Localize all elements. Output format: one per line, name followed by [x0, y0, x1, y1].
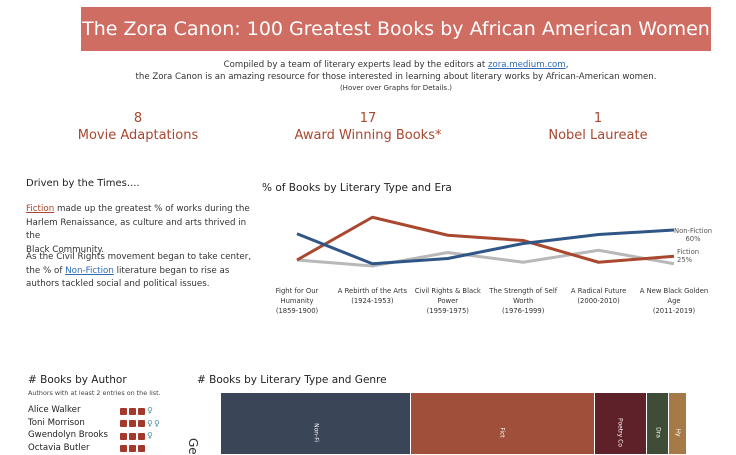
award-icon: ♀ — [154, 420, 159, 428]
kpi-label: Award Winning Books* — [288, 128, 448, 143]
genre-block-label: Hy — [674, 428, 681, 436]
non-fiction-line-label: Non-Fiction 60% — [674, 227, 712, 243]
para-text: the % of — [26, 266, 65, 276]
kpi-movie-adaptations[interactable]: 8 Movie Adaptations — [58, 111, 218, 143]
author-name[interactable]: Octavia Butler — [28, 443, 90, 453]
para-text: made up the greatest % of works during t… — [54, 204, 250, 214]
driven-title: Driven by the Times.... — [26, 178, 140, 189]
para-text: authors tackled social and political iss… — [26, 279, 209, 289]
era-tick-label: Fight for OurHumanity(1859-1900) — [257, 286, 337, 316]
book-icon — [138, 408, 145, 415]
para-text: Harlem Renaissance, as culture and arts … — [26, 218, 246, 242]
zora-medium-link[interactable]: zora.medium.com — [488, 60, 566, 70]
kpi-label: Movie Adaptations — [58, 128, 218, 143]
era-tick-line: Fight for Our — [257, 286, 337, 296]
genre-title: # Books by Literary Type and Genre — [197, 374, 387, 386]
genre-block[interactable]: Poetry Co — [595, 393, 646, 454]
non-fiction-link[interactable]: Non-Fiction — [65, 266, 114, 276]
award-icon: ♀ — [147, 420, 152, 428]
era-tick-line: (1959-1975) — [408, 306, 488, 316]
series-name: Fiction — [677, 248, 699, 256]
genre-block[interactable]: Dra — [647, 393, 668, 454]
era-tick-line: (1976-1999) — [483, 306, 563, 316]
kpi-value: 1 — [518, 111, 678, 126]
era-tick-label: A New Black GoldenAge(2011-2019) — [634, 286, 714, 316]
intro-line-1: Compiled by a team of literary experts l… — [81, 60, 711, 70]
era-tick-line: Age — [634, 296, 714, 306]
era-chart-title: % of Books by Literary Type and Era — [262, 182, 452, 194]
series-value: 25% — [677, 256, 699, 264]
series-name: Non-Fiction — [674, 227, 712, 235]
book-icon — [138, 445, 145, 452]
kpi-label: Nobel Laureate — [518, 128, 678, 143]
intro-hover-note: (Hover over Graphs for Details.) — [81, 84, 711, 92]
book-icon — [120, 445, 127, 452]
author-book-icons[interactable]: ♀♀ — [120, 420, 159, 428]
genre-block-label: Fict — [499, 427, 506, 437]
book-icon — [120, 433, 127, 440]
author-name[interactable]: Alice Walker — [28, 405, 81, 415]
genre-block-label: Poetry Co — [617, 418, 624, 447]
author-book-icons[interactable]: ♀ — [120, 432, 152, 440]
fiction-line-label: Fiction 25% — [677, 248, 699, 264]
book-icon — [129, 420, 136, 427]
era-tick-line: A Rebirth of the Arts — [332, 286, 412, 296]
genre-block-label: Non-Fi — [312, 423, 319, 442]
era-tick-line: Worth — [483, 296, 563, 306]
series-value: 60% — [674, 235, 712, 243]
kpi-value: 8 — [58, 111, 218, 126]
genre-block[interactable]: Hy — [669, 393, 686, 454]
era-tick-line: Civil Rights & Black — [408, 286, 488, 296]
book-icon — [138, 420, 145, 427]
era-tick-line: A New Black Golden — [634, 286, 714, 296]
series-line-non-fiction[interactable] — [297, 230, 674, 264]
authors-title: # Books by Author — [28, 374, 127, 386]
series-line-fiction[interactable] — [297, 217, 674, 262]
genre-block[interactable]: Fict — [411, 393, 594, 454]
intro-text: Compiled by a team of literary experts l… — [224, 60, 488, 70]
book-icon — [138, 433, 145, 440]
driven-paragraph-2: As the Civil Rights movement began to ta… — [26, 251, 262, 292]
kpi-value: 17 — [288, 111, 448, 126]
para-text: As the Civil Rights movement began to ta… — [26, 252, 251, 262]
author-book-icons[interactable] — [120, 445, 145, 452]
author-name[interactable]: Toni Morrison — [28, 418, 85, 428]
book-icon — [129, 433, 136, 440]
book-icon — [120, 420, 127, 427]
series-line-other[interactable] — [297, 250, 674, 266]
kpi-award-winning[interactable]: 17 Award Winning Books* — [288, 111, 448, 143]
era-tick-label: The Strength of SelfWorth(1976-1999) — [483, 286, 563, 316]
driven-paragraph-1: Fiction made up the greatest % of works … — [26, 203, 262, 257]
book-icon — [129, 408, 136, 415]
era-tick-line: (1924-1953) — [332, 296, 412, 306]
para-text: literature began to rise as — [114, 266, 230, 276]
book-icon — [129, 445, 136, 452]
intro-text: , — [566, 60, 569, 70]
genre-axis-label: Ge — [186, 438, 200, 455]
era-tick-label: Civil Rights & BlackPower(1959-1975) — [408, 286, 488, 316]
author-book-icons[interactable]: ♀ — [120, 407, 152, 415]
era-tick-line: The Strength of Self — [483, 286, 563, 296]
author-name[interactable]: Gwendolyn Brooks — [28, 430, 108, 440]
book-icon — [120, 408, 127, 415]
genre-block[interactable]: Non-Fi — [221, 393, 410, 454]
era-tick-line: Humanity — [257, 296, 337, 306]
era-tick-line: A Radical Future — [559, 286, 639, 296]
intro-line-2: the Zora Canon is an amazing resource fo… — [81, 72, 711, 82]
page-title: The Zora Canon: 100 Greatest Books by Af… — [82, 18, 710, 40]
award-icon: ♀ — [147, 432, 152, 440]
award-icon: ♀ — [147, 407, 152, 415]
era-tick-line: (2000-2010) — [559, 296, 639, 306]
page-banner: The Zora Canon: 100 Greatest Books by Af… — [81, 7, 711, 51]
authors-subtitle: Authors with at least 2 entries on the l… — [28, 389, 161, 397]
era-tick-line: (1859-1900) — [257, 306, 337, 316]
era-tick-label: A Rebirth of the Arts(1924-1953) — [332, 286, 412, 306]
era-tick-line: (2011-2019) — [634, 306, 714, 316]
kpi-nobel-laureate[interactable]: 1 Nobel Laureate — [518, 111, 678, 143]
era-tick-line: Power — [408, 296, 488, 306]
fiction-link[interactable]: Fiction — [26, 204, 54, 214]
era-tick-label: A Radical Future(2000-2010) — [559, 286, 639, 306]
genre-block-label: Dra — [654, 427, 661, 438]
